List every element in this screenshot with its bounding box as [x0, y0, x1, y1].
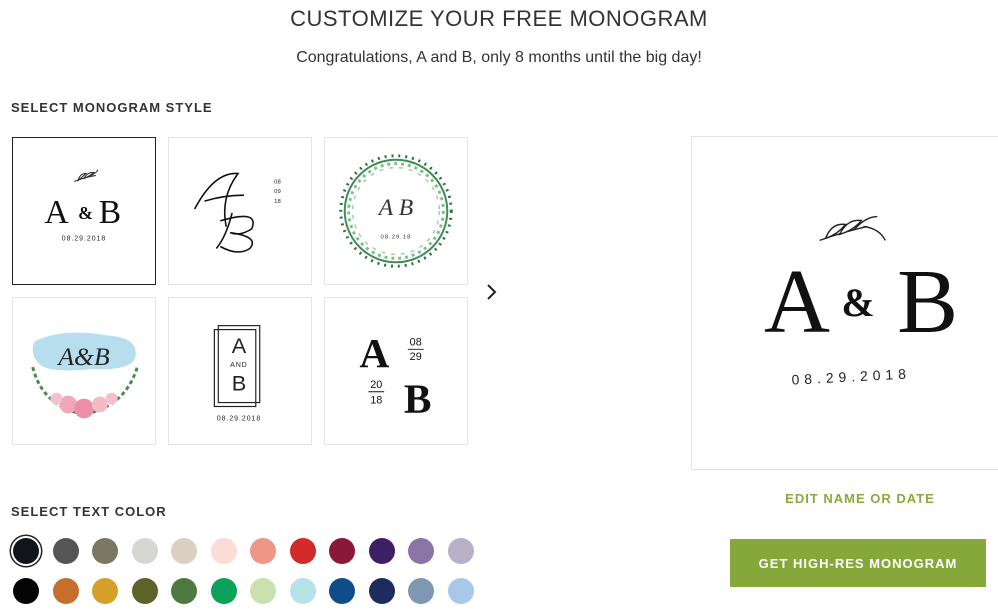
preview-monogram: A & B 08.29.2018	[764, 215, 958, 388]
date-part: 29	[410, 351, 422, 363]
wreath-date: 08.29.18	[381, 235, 412, 241]
color-swatch[interactable]	[13, 578, 39, 604]
wreath-initials: A B	[377, 195, 413, 221]
script-initial-b	[215, 212, 254, 253]
color-swatch[interactable]	[52, 578, 79, 604]
color-swatch[interactable]	[447, 538, 474, 564]
style-option-bold-split-date[interactable]: A 08 29 20 18 B	[324, 297, 468, 445]
style-option-framed-and[interactable]: A AND B 08.29.2018	[168, 297, 312, 445]
color-swatch[interactable]	[92, 578, 118, 604]
ampersand: &	[78, 203, 93, 223]
color-swatch[interactable]	[250, 578, 276, 604]
bold-initial-b: B	[404, 375, 432, 421]
monogram-style-label: SELECT MONOGRAM STYLE	[11, 100, 213, 115]
watercolor-floral-monogram: A&B	[31, 332, 139, 419]
color-swatch[interactable]	[368, 578, 395, 604]
color-swatch[interactable]	[447, 578, 474, 604]
monogram-date: 08.29.2018	[62, 236, 106, 243]
color-swatch[interactable]	[171, 538, 197, 564]
framed-initial-b: B	[232, 371, 246, 396]
leaf-classic-monogram: A & B 08.29.2018	[45, 169, 121, 243]
preview-initial-b: B	[897, 251, 958, 352]
color-swatch[interactable]	[368, 538, 395, 564]
framed-and-monogram: A AND B 08.29.2018	[213, 325, 261, 422]
get-high-res-monogram-button[interactable]: GET HIGH-RES MONOGRAM	[730, 539, 986, 587]
color-swatch[interactable]	[289, 578, 316, 604]
preview-ampersand: &	[842, 281, 875, 325]
style-option-green-wreath[interactable]: A B 08.29.18	[324, 137, 468, 285]
page-subtitle: Congratulations, A and B, only 8 months …	[296, 49, 702, 66]
color-swatch[interactable]	[13, 538, 39, 564]
color-swatch[interactable]	[289, 538, 316, 564]
color-swatch[interactable]	[408, 538, 434, 564]
bold-initial-a: A	[359, 330, 389, 376]
date-part: 20	[370, 379, 382, 391]
color-swatch[interactable]	[250, 538, 276, 564]
initial-b: B	[99, 194, 121, 231]
color-swatch[interactable]	[131, 578, 158, 604]
leaf-sprig-icon	[73, 169, 99, 182]
page-title: CUSTOMIZE YOUR FREE MONOGRAM	[290, 6, 708, 31]
color-swatch[interactable]	[92, 538, 118, 564]
color-swatch[interactable]	[131, 538, 158, 564]
color-swatch[interactable]	[329, 538, 355, 564]
framed-initial-a: A	[232, 333, 247, 358]
floral-wreath-icon	[31, 366, 139, 419]
green-wreath-monogram: A B 08.29.18	[339, 154, 453, 268]
color-swatch[interactable]	[329, 578, 355, 604]
bold-split-date-monogram: A 08 29 20 18 B	[359, 330, 432, 421]
date-part: 08	[410, 336, 422, 348]
color-swatch[interactable]	[408, 578, 434, 604]
framed-date: 08.29.2018	[217, 415, 261, 422]
date-part: 18	[370, 395, 382, 407]
style-option-leaf-classic[interactable]: A & B 08.29.2018	[12, 137, 156, 285]
leaf-sprig-icon	[819, 215, 886, 242]
script-initial-a	[193, 172, 244, 227]
color-swatch[interactable]	[210, 578, 237, 604]
text-color-label: SELECT TEXT COLOR	[11, 504, 167, 519]
date-line: 18	[274, 199, 281, 205]
framed-and: AND	[230, 362, 248, 369]
monogram-preview: A & B 08.29.2018	[691, 136, 998, 470]
style-option-watercolor-floral[interactable]: A&B	[12, 297, 156, 445]
color-swatch[interactable]	[52, 538, 79, 564]
date-line: 08	[274, 179, 281, 185]
color-swatch[interactable]	[210, 538, 237, 564]
initial-a: A	[45, 194, 69, 231]
style-option-script-vertical[interactable]: 08 09 18	[168, 137, 312, 285]
date-line: 09	[274, 189, 281, 195]
preview-date: 08.29.2018	[791, 365, 911, 387]
preview-initial-a: A	[764, 251, 830, 352]
edit-name-or-date-link[interactable]: EDIT NAME OR DATE	[760, 491, 960, 506]
next-styles-button[interactable]	[481, 280, 503, 304]
floral-initials: A&B	[56, 342, 110, 371]
color-swatch[interactable]	[171, 578, 197, 604]
script-vertical-monogram: 08 09 18	[193, 172, 281, 253]
chevron-right-icon	[487, 284, 497, 300]
